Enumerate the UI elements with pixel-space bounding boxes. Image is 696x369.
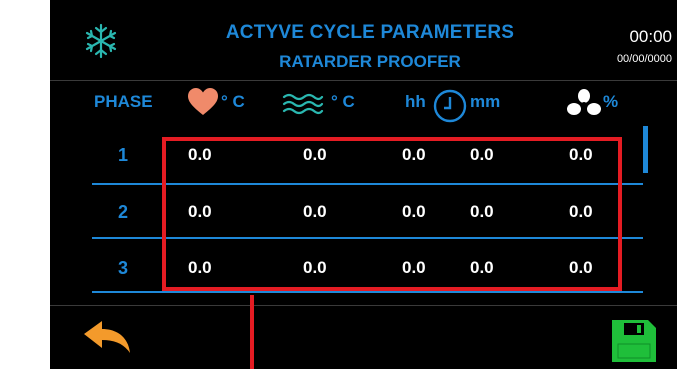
column-header-core-temp-unit: ° C	[221, 92, 245, 111]
heart-icon	[187, 88, 219, 116]
snowflake-icon	[82, 22, 120, 60]
column-header-fan-unit: %	[603, 92, 619, 111]
page-subtitle: RATARDER PROOFER	[279, 52, 461, 71]
save-icon	[612, 320, 656, 362]
annotation-pointer-line	[250, 295, 254, 369]
back-arrow-icon	[84, 321, 130, 353]
column-header-air-temp-unit: ° C	[331, 92, 355, 111]
scrollbar-thumb[interactable]	[643, 126, 648, 173]
page-title: ACTYVE CYCLE PARAMETERS	[225, 22, 515, 43]
phase-number: 2	[117, 202, 128, 222]
column-header-phase: PHASE	[94, 92, 153, 111]
clock-time: 00:00	[629, 27, 672, 46]
fan-icon	[567, 89, 601, 119]
header-divider	[50, 80, 677, 81]
column-header-hours: hh	[405, 92, 426, 111]
clock-icon	[433, 89, 467, 123]
back-button[interactable]	[82, 320, 132, 356]
column-header-minutes: mm	[470, 92, 501, 111]
row-divider	[92, 291, 643, 293]
phase-number: 1	[117, 145, 128, 165]
footer-divider	[50, 305, 677, 306]
phase-number: 3	[117, 258, 128, 278]
annotation-highlight-box	[162, 137, 622, 291]
waves-icon	[282, 92, 324, 116]
save-button[interactable]	[612, 320, 656, 362]
clock-date: 00/00/0000	[616, 53, 672, 65]
